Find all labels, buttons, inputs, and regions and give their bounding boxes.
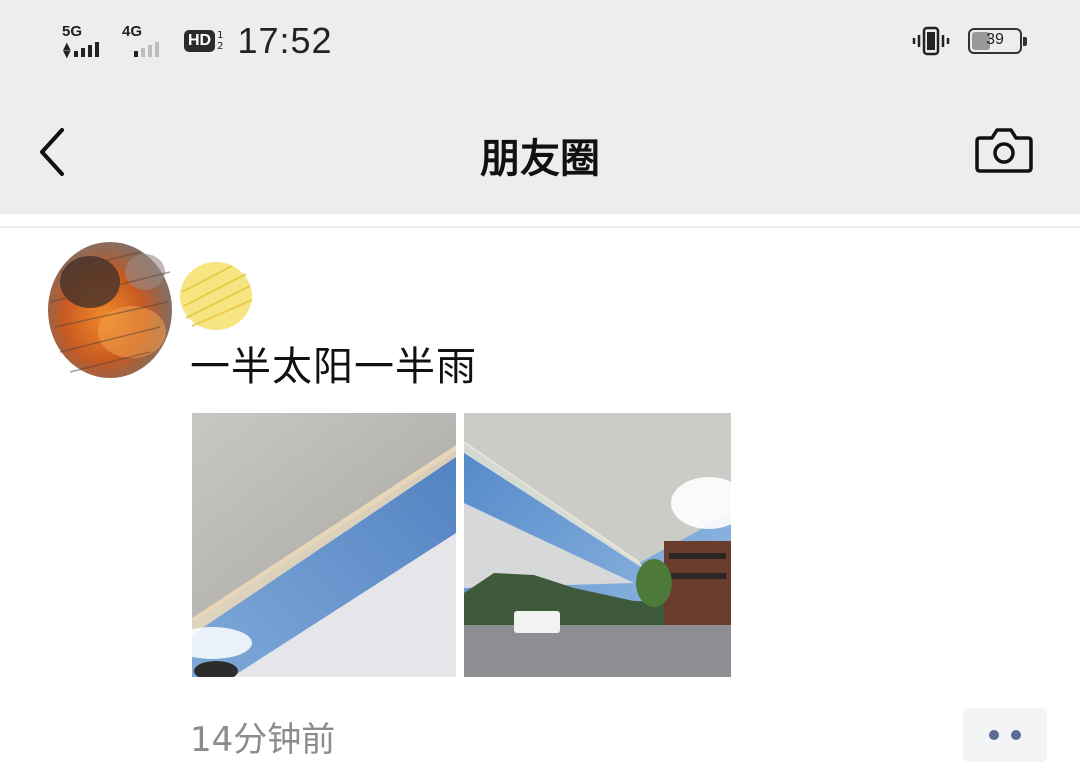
post-photo-2[interactable] (464, 413, 731, 677)
clock: 17:52 (237, 20, 333, 61)
battery-tip (1023, 37, 1027, 46)
avatar-image (48, 242, 172, 378)
more-dots-icon (1011, 730, 1021, 740)
hd-voice-indicator: HD 1 2 (184, 30, 223, 52)
status-left: 5G ▲ ▼ 4G HD 1 2 17:52 (62, 20, 333, 62)
status-right: 39 (912, 26, 1027, 56)
post-text: 一半太阳一半雨 (190, 344, 477, 390)
more-actions-button[interactable] (963, 708, 1047, 762)
battery-icon: 39 (968, 28, 1027, 54)
signal-5g-label: 5G (62, 23, 83, 40)
vibrate-icon (912, 26, 950, 56)
post-timestamp: 14分钟前 (190, 720, 336, 760)
post-photo-1[interactable] (192, 413, 456, 677)
camera-icon (975, 128, 1033, 173)
signal-bars-icon (74, 42, 99, 57)
signal-4g: 4G (122, 21, 172, 61)
signal-5g: 5G ▲ ▼ (62, 21, 112, 61)
battery-level: 39 (986, 31, 1004, 48)
page-title: 朋友圈 (480, 136, 600, 182)
photo-sky-1 (192, 413, 456, 677)
nav-bar: 朋友圈 (0, 90, 1080, 214)
camera-button[interactable] (974, 124, 1034, 176)
avatar[interactable] (40, 232, 182, 384)
more-dots-icon (989, 730, 999, 740)
divider (0, 226, 1080, 228)
status-bar: 5G ▲ ▼ 4G HD 1 2 17:52 39 (0, 0, 1080, 90)
hd-label: HD (184, 30, 216, 52)
data-arrows-icon: ▲ ▼ (63, 41, 71, 60)
signal-bars-icon (134, 42, 159, 57)
photo-sky-2 (464, 413, 731, 677)
hd-fraction: 1 2 (217, 30, 223, 52)
hd-sub-top: 1 (217, 30, 224, 41)
username-redacted (180, 262, 253, 330)
signal-4g-label: 4G (122, 23, 143, 40)
hd-sub-bottom: 2 (217, 41, 224, 52)
